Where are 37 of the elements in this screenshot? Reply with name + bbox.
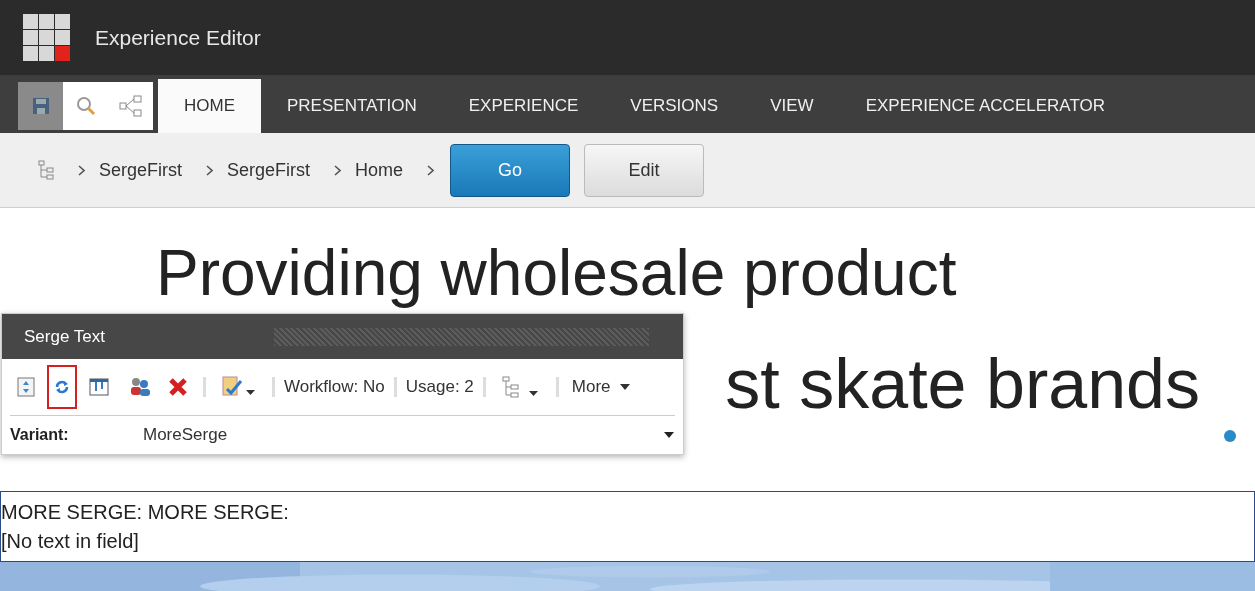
search-button[interactable] bbox=[63, 82, 108, 130]
breadcrumb-link[interactable]: SergeFirst bbox=[227, 159, 311, 181]
logo-icon bbox=[23, 13, 71, 62]
ribbon-tab[interactable]: EXPERIENCE ACCELERATOR bbox=[839, 79, 1131, 133]
variant-value: MoreSerge bbox=[143, 425, 229, 445]
search-icon bbox=[74, 95, 97, 117]
page-heading: st skate brands bbox=[725, 347, 1200, 421]
refresh-icon[interactable] bbox=[47, 365, 77, 409]
chevron-icon bbox=[427, 164, 435, 176]
caret-icon bbox=[663, 431, 675, 439]
ribbon-tab[interactable]: VIEW bbox=[744, 79, 840, 133]
variant-label: Variant: bbox=[10, 426, 70, 444]
field-text: [No text in field] bbox=[1, 529, 139, 553]
page-heading: Providing wholesale product bbox=[156, 236, 957, 310]
app-title: Experience Editor bbox=[95, 25, 261, 50]
more-menu[interactable]: More bbox=[567, 377, 635, 397]
ribbon-tab[interactable]: PRESENTATION bbox=[261, 79, 443, 133]
caret-icon bbox=[618, 383, 631, 391]
chevron-icon bbox=[206, 164, 214, 176]
chevron-icon bbox=[334, 164, 342, 176]
field-text: MORE SERGE: MORE SERGE: bbox=[1, 500, 289, 524]
ribbon-tab[interactable]: VERSIONS bbox=[604, 79, 745, 133]
workflow-status: Workflow: No bbox=[284, 377, 385, 397]
handle-dot[interactable] bbox=[1224, 430, 1236, 442]
chevron-icon bbox=[78, 164, 85, 176]
edit-button[interactable]: Edit bbox=[584, 143, 705, 197]
text-field[interactable]: MORE SERGE: MORE SERGE: [No text in field] bbox=[0, 491, 1255, 562]
go-button[interactable]: Go bbox=[450, 143, 571, 197]
component-title: Serge Text bbox=[24, 326, 105, 347]
ribbon-tab[interactable]: HOME bbox=[158, 79, 261, 133]
share-icon bbox=[118, 95, 143, 117]
breadcrumb-link[interactable]: SergeFirst bbox=[99, 159, 183, 181]
ribbon-tab[interactable]: EXPERIENCE bbox=[442, 79, 605, 133]
usage-count[interactable]: Usage: 2 bbox=[405, 377, 474, 397]
tree-icon bbox=[38, 160, 54, 180]
variant-dropdown[interactable]: Variant: MoreSerge bbox=[2, 416, 683, 454]
breadcrumb-link[interactable]: Home bbox=[355, 159, 404, 181]
